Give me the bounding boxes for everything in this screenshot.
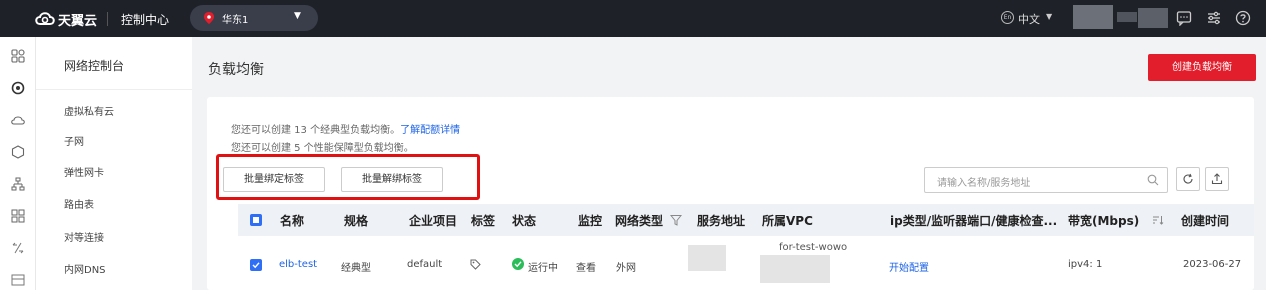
row-spec: 经典型 bbox=[341, 263, 371, 274]
settings-icon[interactable] bbox=[1206, 10, 1222, 26]
link-icon[interactable] bbox=[11, 241, 25, 255]
refresh-button[interactable] bbox=[1176, 167, 1200, 191]
user-avatar-blurred[interactable] bbox=[1073, 5, 1113, 29]
sidebar-item-route-table[interactable]: 路由表 bbox=[64, 196, 94, 211]
message-icon[interactable] bbox=[1176, 10, 1192, 26]
row-project: default bbox=[407, 259, 443, 270]
highlight-annotation-box bbox=[216, 154, 480, 200]
export-icon bbox=[1211, 173, 1223, 185]
sidebar-item-peering[interactable]: 对等连接 bbox=[64, 229, 104, 244]
hexagon-icon[interactable] bbox=[11, 145, 25, 159]
column-created-time: 创建时间 bbox=[1181, 214, 1230, 228]
tree-icon[interactable] bbox=[11, 177, 25, 191]
sidebar-item-private-dns[interactable]: 内网DNS bbox=[64, 261, 106, 276]
column-tag: 标签 bbox=[471, 214, 496, 228]
page-title: 负载均衡 bbox=[208, 62, 264, 78]
sidebar-divider bbox=[36, 89, 192, 90]
language-select[interactable]: 中文 bbox=[1018, 11, 1040, 27]
caret-down-icon: ▼ bbox=[1046, 12, 1053, 21]
check-icon bbox=[252, 262, 260, 269]
sidebar-item-vpc[interactable]: 虚拟私有云 bbox=[64, 103, 114, 118]
row-status: 运行中 bbox=[528, 263, 558, 274]
cloud-logo-icon bbox=[35, 12, 55, 25]
language-icon: En bbox=[1001, 11, 1014, 24]
sidebar: 网络控制台 虚拟私有云 子网 弹性网卡 路由表 对等连接 内网DNS bbox=[36, 37, 192, 290]
product-icon-rail bbox=[0, 37, 36, 290]
column-spec: 规格 bbox=[344, 214, 369, 228]
column-project: 企业项目 bbox=[409, 214, 458, 228]
sidebar-item-subnet[interactable]: 子网 bbox=[64, 133, 84, 148]
search-placeholder: 请输入名称/服务地址 bbox=[937, 178, 1031, 189]
search-input[interactable]: 请输入名称/服务地址 bbox=[924, 167, 1168, 193]
user-account-blurred bbox=[1138, 8, 1168, 28]
column-network-type: 网络类型 bbox=[615, 214, 664, 228]
column-name: 名称 bbox=[280, 214, 305, 228]
brand-name[interactable]: 天翼云 bbox=[58, 10, 97, 29]
sort-icon[interactable] bbox=[1152, 214, 1164, 226]
dns-icon[interactable] bbox=[11, 273, 25, 287]
column-vpc: 所属VPC bbox=[762, 214, 813, 228]
row-vpc-name[interactable]: for-test-wowo bbox=[779, 242, 847, 253]
checkbox-indeterminate-icon bbox=[253, 217, 259, 223]
service-address-blurred bbox=[688, 245, 726, 271]
row-bandwidth: ipv4: 1 bbox=[1068, 259, 1103, 270]
row-created-time: 2023-06-27 bbox=[1183, 259, 1242, 270]
brand-divider bbox=[107, 12, 108, 26]
create-load-balancer-button[interactable]: 创建负载均衡 bbox=[1148, 54, 1256, 81]
row-monitor-link[interactable]: 查看 bbox=[576, 259, 596, 274]
vpc-id-blurred bbox=[760, 255, 830, 283]
export-button[interactable] bbox=[1205, 167, 1229, 191]
console-title[interactable]: 控制中心 bbox=[121, 11, 169, 28]
table-header: 名称 规格 企业项目 标签 状态 监控 网络类型 服务地址 所属VPC ip类型… bbox=[238, 204, 1254, 236]
quota-classic-text: 您还可以创建 13 个经典型负载均衡。了解配额详情 bbox=[231, 121, 460, 136]
caret-down-icon: ▼ bbox=[294, 11, 301, 21]
tag-icon[interactable] bbox=[470, 259, 481, 270]
region-select[interactable]: 华东1 ▼ bbox=[190, 5, 318, 31]
quota-performance-text: 您还可以创建 5 个性能保障型负载均衡。 bbox=[231, 143, 414, 154]
cloud-icon[interactable] bbox=[11, 113, 25, 127]
row-start-config-link[interactable]: 开始配置 bbox=[889, 259, 929, 274]
row-checkbox[interactable] bbox=[250, 259, 262, 271]
blocks-icon[interactable] bbox=[11, 209, 25, 223]
select-all-checkbox[interactable] bbox=[250, 214, 262, 226]
grid-icon[interactable] bbox=[11, 49, 25, 63]
help-icon[interactable] bbox=[1235, 10, 1251, 26]
column-ip-type: ip类型/监听器端口/健康检查... bbox=[890, 214, 1058, 228]
status-running-icon bbox=[512, 258, 524, 270]
refresh-icon bbox=[1183, 173, 1193, 184]
location-pin-icon bbox=[204, 12, 214, 24]
quota-classic-label: 您还可以创建 13 个经典型负载均衡。 bbox=[231, 125, 401, 136]
region-label: 华东1 bbox=[222, 15, 249, 26]
search-icon[interactable] bbox=[1147, 174, 1159, 186]
sidebar-title: 网络控制台 bbox=[64, 59, 125, 73]
column-bandwidth: 带宽(Mbps) bbox=[1068, 214, 1140, 228]
column-status: 状态 bbox=[512, 214, 537, 228]
sidebar-item-eni[interactable]: 弹性网卡 bbox=[64, 164, 104, 179]
filter-icon[interactable] bbox=[670, 214, 682, 226]
row-name-link[interactable]: elb-test bbox=[279, 259, 317, 270]
user-name-blurred bbox=[1117, 12, 1137, 22]
top-bar: 天翼云 控制中心 华东1 ▼ En 中文 ▼ bbox=[0, 0, 1266, 37]
column-monitor: 监控 bbox=[578, 214, 603, 228]
network-icon[interactable] bbox=[11, 81, 25, 95]
column-service-address: 服务地址 bbox=[697, 214, 746, 228]
load-balancer-card: 您还可以创建 13 个经典型负载均衡。了解配额详情 您还可以创建 5 个性能保障… bbox=[207, 97, 1254, 290]
quota-details-link[interactable]: 了解配额详情 bbox=[400, 125, 460, 136]
row-network-type: 外网 bbox=[616, 263, 636, 274]
